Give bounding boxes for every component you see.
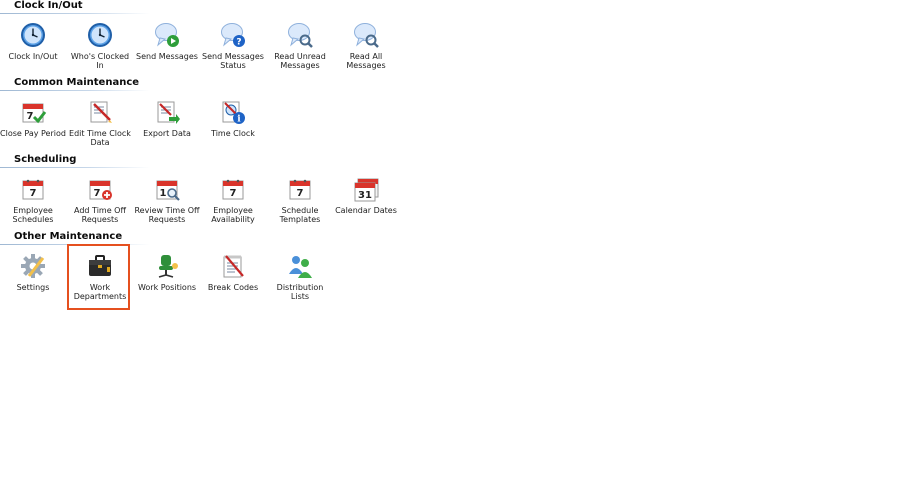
message-status-icon: ? xyxy=(219,21,247,49)
section-common-maintenance: Common Maintenance 7 Close Pay Period Edit … xyxy=(0,77,420,154)
menu-item-add-time-off-requests[interactable]: 7 Add Time Off Requests xyxy=(67,172,133,232)
section-divider xyxy=(0,90,150,91)
section-header: Other Maintenance xyxy=(0,231,160,245)
section-title: Common Maintenance xyxy=(14,77,140,88)
menu-item-send-messages[interactable]: Send Messages xyxy=(134,18,200,78)
export-document-icon xyxy=(153,98,181,126)
menu-item-label: Review Time Off Requests xyxy=(134,206,200,224)
calendar-icon: 7 xyxy=(19,175,47,203)
menu-item-label: Close Pay Period xyxy=(0,129,66,138)
menu-item-edit-time-clock-data[interactable]: Edit Time Clock Data xyxy=(67,95,133,155)
menu-item-review-time-off-requests[interactable]: 1 Review Time Off Requests xyxy=(134,172,200,232)
menu-item-label: Who's Clocked In xyxy=(70,52,130,70)
menu-item-label: Send Messages Status xyxy=(202,52,264,70)
menu-item-label: Employee Availability xyxy=(211,206,255,224)
menu-item-distribution-lists[interactable]: Distribution Lists xyxy=(267,249,333,309)
menu-item-read-unread-messages[interactable]: Read Unread Messages xyxy=(267,18,333,78)
calendar-add-icon: 7 xyxy=(86,175,114,203)
calendar-icon: 7 xyxy=(286,175,314,203)
svg-text:7: 7 xyxy=(27,111,34,122)
section-clock-in-out: Clock In/Out Clock In/Out Who's Clocked In… xyxy=(0,0,420,77)
menu-item-label: Employee Schedules xyxy=(12,206,54,224)
menu-item-label: Work Positions xyxy=(137,283,197,292)
menu-item-label: Time Clock xyxy=(211,129,255,138)
section-header: Common Maintenance xyxy=(0,77,160,91)
menu-item-employee-availability[interactable]: 7 Employee Availability xyxy=(200,172,266,232)
section-header: Scheduling xyxy=(0,154,160,168)
svg-text:7: 7 xyxy=(30,188,37,199)
svg-text:?: ? xyxy=(236,38,241,48)
menu-item-break-codes[interactable]: Break Codes xyxy=(200,249,266,309)
gear-icon xyxy=(19,252,47,280)
read-message-icon xyxy=(286,21,314,49)
calendar-check-icon: 7 xyxy=(19,98,47,126)
menu-item-read-all-messages[interactable]: Read All Messages xyxy=(333,18,399,78)
time-clock-info-icon: i xyxy=(219,98,247,126)
send-message-icon xyxy=(153,21,181,49)
selection-highlight xyxy=(67,244,130,310)
menu-item-schedule-templates[interactable]: 7 Schedule Templates xyxy=(267,172,333,232)
notepad-pencil-icon xyxy=(219,252,247,280)
menu-item-close-pay-period[interactable]: 7 Close Pay Period xyxy=(0,95,66,155)
section-divider xyxy=(0,13,150,14)
svg-text:i: i xyxy=(237,115,241,125)
menu-item-label: Break Codes xyxy=(207,283,259,292)
menu-item-clock-in-out[interactable]: Clock In/Out xyxy=(0,18,66,78)
menu-item-export-data[interactable]: Export Data xyxy=(134,95,200,155)
menu-item-label: Read Unread Messages xyxy=(274,52,326,70)
menu-item-label: Send Messages xyxy=(136,52,198,61)
menu-item-label: Calendar Dates xyxy=(335,206,397,215)
menu-item-label: Schedule Templates xyxy=(279,206,321,224)
menu-item-time-clock[interactable]: i Time Clock xyxy=(200,95,266,155)
section-title: Other Maintenance xyxy=(14,231,123,242)
menu-item-label: Add Time Off Requests xyxy=(74,206,126,224)
calendar-search-icon: 1 xyxy=(153,175,181,203)
menu-item-work-positions[interactable]: Work Positions xyxy=(134,249,200,309)
section-other-maintenance: Other Maintenance Settings Work Department… xyxy=(0,231,420,308)
menu-item-label: Read All Messages xyxy=(346,52,386,70)
menu-item-who-s-clocked-in[interactable]: Who's Clocked In xyxy=(67,18,133,78)
calendar-icon: 7 xyxy=(219,175,247,203)
menu-item-send-messages-status[interactable]: ? Send Messages Status xyxy=(200,18,266,78)
edit-document-icon xyxy=(86,98,114,126)
office-chair-icon xyxy=(153,252,181,280)
svg-text:1: 1 xyxy=(160,188,167,199)
svg-text:7: 7 xyxy=(230,188,237,199)
section-title: Scheduling xyxy=(14,154,77,165)
calendar-dates-icon: 31 xyxy=(352,175,380,203)
section-header: Clock In/Out xyxy=(0,0,160,14)
menu-item-settings[interactable]: Settings xyxy=(0,249,66,309)
section-title: Clock In/Out xyxy=(14,0,83,11)
menu-item-label: Clock In/Out xyxy=(8,52,58,61)
clock-icon xyxy=(19,21,47,49)
users-group-icon xyxy=(286,252,314,280)
section-scheduling: Scheduling 7 Employee Schedules 7 Add Time O… xyxy=(0,154,420,231)
section-divider xyxy=(0,167,150,168)
svg-text:7: 7 xyxy=(297,188,304,199)
menu-item-label: Distribution Lists xyxy=(276,283,324,301)
read-message-icon xyxy=(352,21,380,49)
menu-item-calendar-dates[interactable]: 31 Calendar Dates xyxy=(333,172,399,232)
menu-item-label: Edit Time Clock Data xyxy=(69,129,131,147)
svg-text:31: 31 xyxy=(358,190,372,201)
clock-icon xyxy=(86,21,114,49)
menu-item-label: Export Data xyxy=(143,129,191,138)
menu-item-label: Settings xyxy=(16,283,50,292)
svg-text:7: 7 xyxy=(94,188,101,199)
menu-item-employee-schedules[interactable]: 7 Employee Schedules xyxy=(0,172,66,232)
